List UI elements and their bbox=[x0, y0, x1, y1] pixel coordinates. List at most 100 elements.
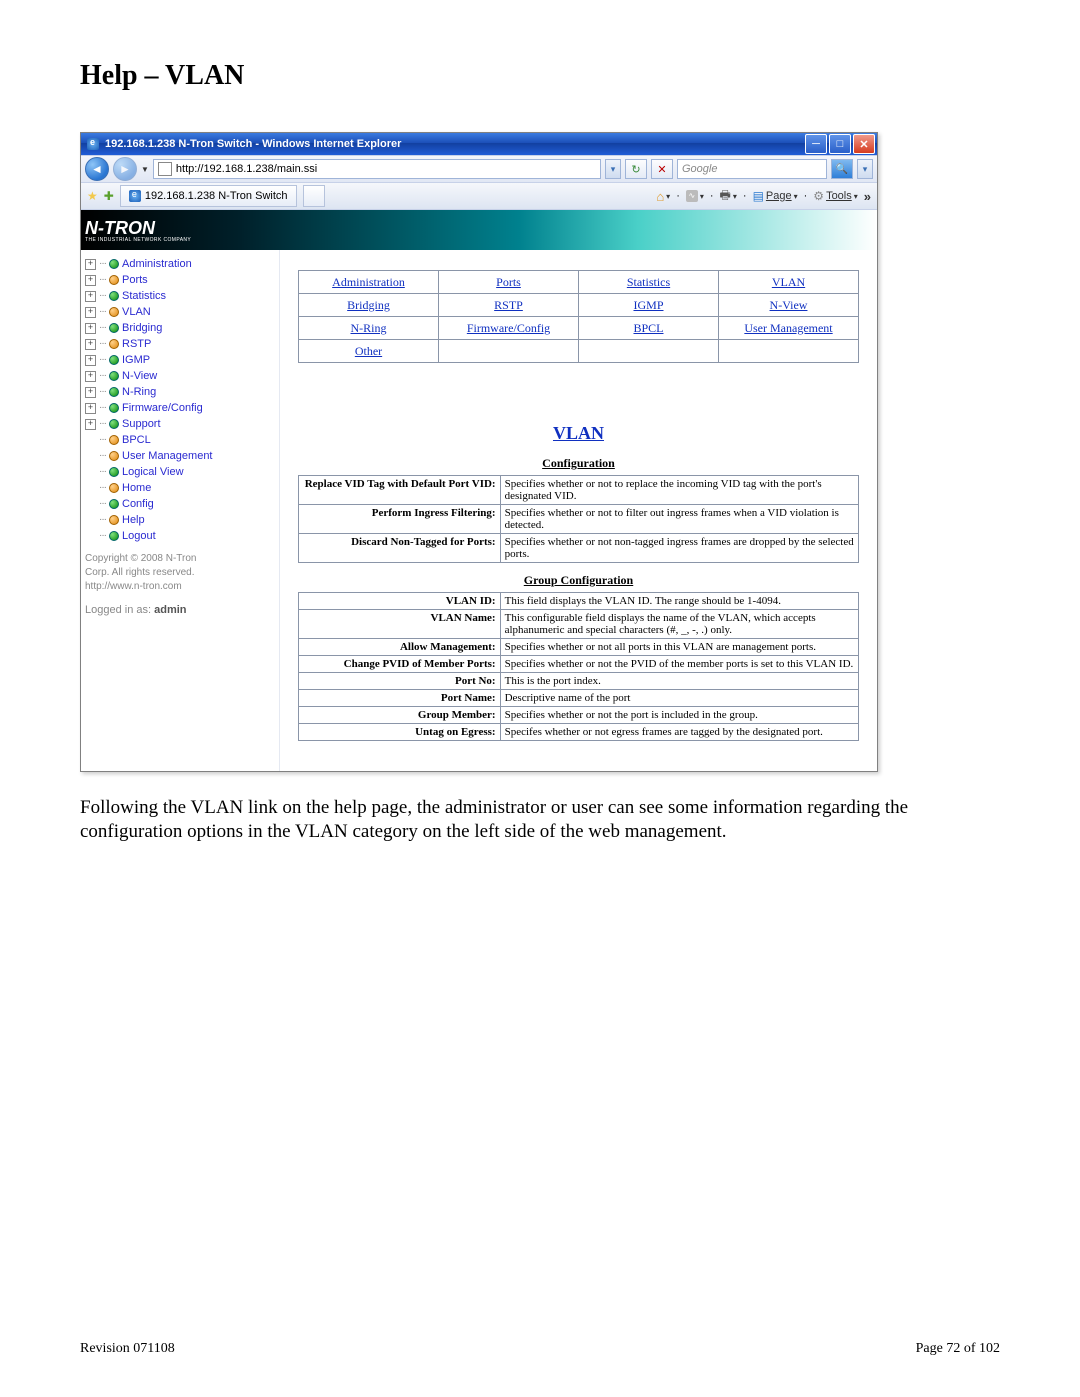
stop-button[interactable]: ✕ bbox=[651, 159, 673, 179]
section-title: VLAN bbox=[298, 423, 859, 444]
tree-connector-icon: ··· bbox=[99, 288, 106, 304]
browser-tab[interactable]: 192.168.1.238 N-Tron Switch bbox=[120, 185, 297, 207]
sidebar-item-igmp[interactable]: +···IGMP bbox=[85, 352, 275, 368]
config-table: Replace VID Tag with Default Port VID:Sp… bbox=[298, 475, 859, 563]
url-text: http://192.168.1.238/main.ssi bbox=[176, 163, 317, 175]
close-button[interactable]: ✕ bbox=[853, 134, 875, 154]
sidebar-item-rstp[interactable]: +···RSTP bbox=[85, 336, 275, 352]
sidebar-item-statistics[interactable]: +···Statistics bbox=[85, 288, 275, 304]
sidebar-item-label: Logical View bbox=[122, 464, 184, 480]
sidebar-item-ports[interactable]: +···Ports bbox=[85, 272, 275, 288]
help-nav-link[interactable]: IGMP bbox=[579, 294, 719, 317]
refresh-button[interactable]: ↻ bbox=[625, 159, 647, 179]
sidebar-item-firmware-config[interactable]: +···Firmware/Config bbox=[85, 400, 275, 416]
sidebar-item-label: VLAN bbox=[122, 304, 151, 320]
page-title: Help – VLAN bbox=[80, 60, 1000, 92]
tree-connector-icon: ··· bbox=[99, 384, 106, 400]
search-field[interactable]: Google bbox=[677, 159, 827, 179]
favorites-icon[interactable]: ★ bbox=[87, 189, 98, 203]
sidebar-item-label: IGMP bbox=[122, 352, 150, 368]
sidebar-item-label: Firmware/Config bbox=[122, 400, 203, 416]
table-row: Discard Non-Tagged for Ports:Specifies w… bbox=[299, 534, 859, 563]
tree-connector-icon: ··· bbox=[99, 496, 106, 512]
copyright-link: http://www.n-tron.com bbox=[85, 580, 275, 594]
expand-icon[interactable]: + bbox=[85, 371, 96, 382]
back-button[interactable]: ◄ bbox=[85, 157, 109, 181]
minimize-button[interactable]: ─ bbox=[805, 134, 827, 154]
sidebar-item-help[interactable]: ···Help bbox=[85, 512, 275, 528]
feeds-button[interactable]: ∿▾ bbox=[686, 190, 704, 202]
sidebar-item-bridging[interactable]: +···Bridging bbox=[85, 320, 275, 336]
help-nav-link[interactable]: N-Ring bbox=[299, 317, 439, 340]
expand-icon[interactable]: + bbox=[85, 275, 96, 286]
field-label: Port No: bbox=[299, 673, 501, 690]
tree-connector-icon: ··· bbox=[99, 432, 106, 448]
sidebar-item-label: Support bbox=[122, 416, 161, 432]
add-favorite-icon[interactable]: ✚ bbox=[104, 189, 114, 203]
table-row: VLAN ID:This field displays the VLAN ID.… bbox=[299, 593, 859, 610]
expand-icon[interactable]: + bbox=[85, 323, 96, 334]
help-nav-link[interactable]: User Management bbox=[719, 317, 859, 340]
help-nav-link[interactable]: Administration bbox=[299, 271, 439, 294]
help-nav-link[interactable]: Firmware/Config bbox=[439, 317, 579, 340]
home-icon: ⌂ bbox=[656, 189, 664, 204]
sidebar-item-label: RSTP bbox=[122, 336, 151, 352]
sidebar-item-label: N-Ring bbox=[122, 384, 156, 400]
help-nav-link[interactable]: Ports bbox=[439, 271, 579, 294]
expand-icon[interactable]: + bbox=[85, 387, 96, 398]
help-nav-link[interactable]: VLAN bbox=[719, 271, 859, 294]
expand-icon[interactable]: + bbox=[85, 355, 96, 366]
bullet-icon bbox=[109, 323, 119, 333]
search-dropdown[interactable]: ▾ bbox=[857, 159, 873, 179]
help-nav-link[interactable]: Statistics bbox=[579, 271, 719, 294]
expand-icon[interactable]: + bbox=[85, 403, 96, 414]
sidebar-item-config[interactable]: ···Config bbox=[85, 496, 275, 512]
home-button[interactable]: ⌂▾ bbox=[656, 189, 670, 204]
sidebar-item-administration[interactable]: +···Administration bbox=[85, 256, 275, 272]
bullet-icon bbox=[109, 531, 119, 541]
table-row: Replace VID Tag with Default Port VID:Sp… bbox=[299, 476, 859, 505]
sidebar-item-logout[interactable]: ···Logout bbox=[85, 528, 275, 544]
sidebar-item-home[interactable]: ···Home bbox=[85, 480, 275, 496]
address-dropdown[interactable]: ▾ bbox=[605, 159, 621, 179]
sidebar-item-bpcl[interactable]: ···BPCL bbox=[85, 432, 275, 448]
sidebar-item-logical-view[interactable]: ···Logical View bbox=[85, 464, 275, 480]
sidebar-item-user-management[interactable]: ···User Management bbox=[85, 448, 275, 464]
table-row: Allow Management:Specifies whether or no… bbox=[299, 639, 859, 656]
field-label: VLAN ID: bbox=[299, 593, 501, 610]
tools-menu[interactable]: ⚙ Tools ▾ bbox=[813, 189, 857, 203]
help-nav-link[interactable]: BPCL bbox=[579, 317, 719, 340]
sidebar-item-label: Bridging bbox=[122, 320, 162, 336]
ie-logo-icon bbox=[87, 138, 99, 150]
field-label: Replace VID Tag with Default Port VID: bbox=[299, 476, 501, 505]
page-menu[interactable]: ▤ Page ▾ bbox=[753, 189, 798, 203]
logged-in-status: Logged in as: admin bbox=[85, 604, 275, 616]
expand-icon[interactable]: + bbox=[85, 259, 96, 270]
tree-connector-icon: ··· bbox=[99, 256, 106, 272]
help-nav-empty bbox=[439, 340, 579, 363]
expand-icon[interactable]: + bbox=[85, 291, 96, 302]
field-label: Change PVID of Member Ports: bbox=[299, 656, 501, 673]
help-nav-link[interactable]: RSTP bbox=[439, 294, 579, 317]
print-button[interactable]: 🖶▾ bbox=[720, 186, 737, 207]
new-tab-button[interactable] bbox=[303, 185, 325, 207]
sidebar-item-vlan[interactable]: +···VLAN bbox=[85, 304, 275, 320]
maximize-button[interactable]: □ bbox=[829, 134, 851, 154]
help-nav-link[interactable]: Bridging bbox=[299, 294, 439, 317]
expand-icon[interactable]: + bbox=[85, 307, 96, 318]
field-label: Untag on Egress: bbox=[299, 724, 501, 741]
sidebar-item-support[interactable]: +···Support bbox=[85, 416, 275, 432]
nav-dropdown-icon[interactable]: ▼ bbox=[141, 165, 149, 174]
sidebar-item-n-ring[interactable]: +··· N-Ring bbox=[85, 384, 275, 400]
copyright-line1: Copyright © 2008 N-Tron bbox=[85, 552, 275, 566]
help-nav-link[interactable]: Other bbox=[299, 340, 439, 363]
search-button[interactable]: 🔍 bbox=[831, 159, 853, 179]
chevron-more-icon[interactable]: » bbox=[864, 189, 871, 204]
expand-icon[interactable]: + bbox=[85, 339, 96, 350]
forward-button[interactable]: ► bbox=[113, 157, 137, 181]
tree-connector-icon: ··· bbox=[99, 528, 106, 544]
help-nav-link[interactable]: N-View bbox=[719, 294, 859, 317]
expand-icon[interactable]: + bbox=[85, 419, 96, 430]
address-field[interactable]: http://192.168.1.238/main.ssi bbox=[153, 159, 601, 179]
sidebar-item-n-view[interactable]: +···N-View bbox=[85, 368, 275, 384]
